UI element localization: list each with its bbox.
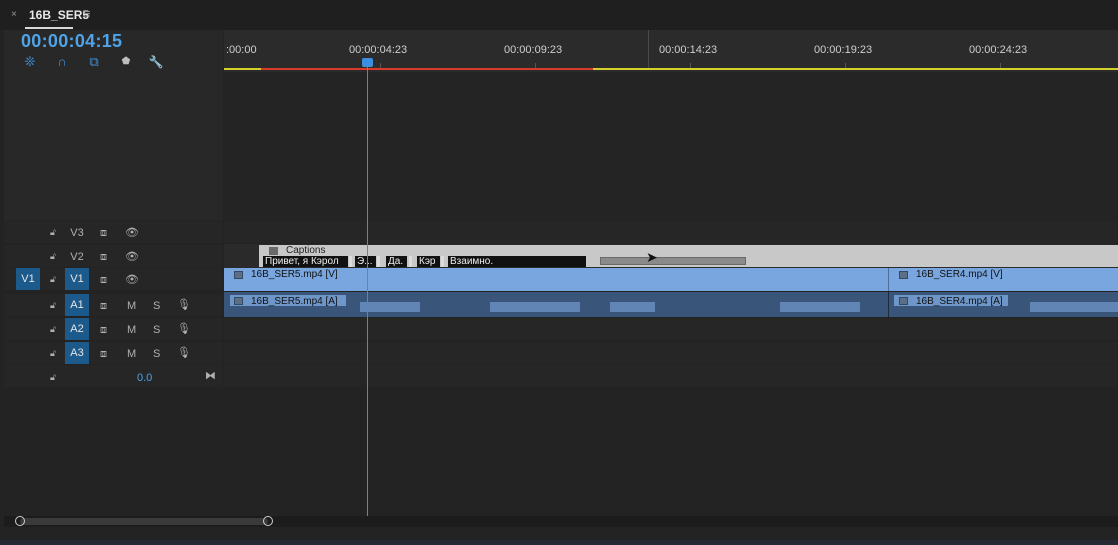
caption-segment[interactable]: Да. [386,256,407,267]
add-marker-icon[interactable]: ⬟ [118,55,134,69]
lock-icon[interactable]: 🔓︎ [50,324,60,334]
solo-button[interactable]: S [153,348,160,360]
zoom-handle-right[interactable] [263,516,273,526]
sync-lock-icon[interactable]: ⧈ [100,251,107,264]
sequence-tab-title[interactable]: 16B_SER5 [29,8,89,22]
captions-clip-label: Captions [286,245,326,256]
audio-waveform [490,302,580,312]
track-name-v1[interactable]: V1 [65,268,89,290]
panel-menu-icon[interactable]: ≡ [83,6,91,21]
caption-segment[interactable]: Привет, я Кэрол [263,256,348,267]
panel-bottom-border [0,540,1118,545]
ruler-tick-label: 00:00:24:23 [969,44,1028,56]
fx-badge-icon [899,297,908,305]
go-to-end-icon[interactable]: ⧓ [205,369,216,382]
ruler-marker-line [648,30,649,68]
wrench-icon[interactable]: 🔧 [148,55,164,69]
ruler-tick-label: 00:00:14:23 [659,44,718,56]
sync-lock-icon[interactable]: ⧈ [100,300,107,313]
ruler-tick-label: 00:00:04:23 [349,44,408,56]
mute-button[interactable]: M [127,324,136,336]
playhead-handle[interactable] [362,58,373,67]
lock-icon[interactable]: 🔓︎ [50,251,60,261]
caption-gap [409,256,412,267]
audio-waveform [780,302,860,312]
mouse-pointer-icon: ➤ [646,249,658,265]
caption-segment[interactable]: Э... [355,256,376,267]
audio-clip-label: 16B_SER4.mp4 [A] [916,296,1003,307]
zoom-handle-left[interactable] [15,516,25,526]
track-header-v2 [4,245,223,267]
audio-clip-label: 16B_SER5.mp4 [A] [251,296,338,307]
lock-icon[interactable]: 🔓︎ [50,348,60,358]
caption-gap [441,256,444,267]
audio-waveform [360,302,420,312]
active-tab-indicator [25,27,73,29]
clip-edit-point[interactable] [888,292,889,317]
ruler-tick-label: 00:00:19:23 [814,44,873,56]
track-header-master [4,365,223,387]
lock-icon[interactable]: 🔓︎ [50,227,60,237]
eye-icon[interactable]: 👁︎ [125,250,139,263]
track-lane-v3[interactable] [224,221,1118,243]
track-lane-master[interactable] [224,365,1118,387]
microphone-icon[interactable]: 🎙︎ [177,346,191,359]
track-name-v3[interactable]: V3 [65,227,89,239]
ruler-tick-label: 00:00:09:23 [504,44,563,56]
clip-edit-point[interactable] [888,268,889,291]
playhead-timecode[interactable]: 00:00:04:15 [21,31,122,52]
empty-track-area [224,72,1118,220]
nest-icon[interactable]: ❊ [22,55,38,69]
track-lane-a2[interactable] [224,318,1118,340]
eye-icon[interactable]: 👁︎ [125,226,139,239]
sync-lock-icon[interactable]: ⧈ [100,227,107,240]
mute-button[interactable]: M [127,348,136,360]
linked-selection-icon[interactable]: ⧉ [86,55,102,69]
caption-gap [377,256,380,267]
caption-segment[interactable]: Взаимно. [448,256,586,267]
snap-icon[interactable]: ∩ [54,55,70,69]
lock-icon[interactable]: 🔓︎ [50,372,60,382]
sync-lock-icon[interactable]: ⧈ [100,348,107,361]
eye-icon[interactable]: 👁︎ [125,273,139,286]
lock-icon[interactable]: 🔓︎ [50,274,60,284]
track-header-v3 [4,221,223,243]
video-clip-label: 16B_SER5.mp4 [V] [251,269,338,280]
fx-badge-icon [234,297,243,305]
track-name-v2[interactable]: V2 [65,251,89,263]
playhead-line[interactable] [367,58,368,516]
fx-badge-icon [899,271,908,279]
captions-scrollbar[interactable] [600,257,746,265]
sync-lock-icon[interactable]: ⧈ [100,274,107,287]
sync-lock-icon[interactable]: ⧈ [100,324,107,337]
audio-waveform [1030,302,1118,312]
sequence-tab-bar [0,0,1118,30]
fx-badge-icon [234,271,243,279]
source-patch-v1[interactable]: V1 [16,268,40,290]
audio-waveform [610,302,655,312]
microphone-icon[interactable]: 🎙︎ [177,298,191,311]
video-clip-label: 16B_SER4.mp4 [V] [916,269,1003,280]
ruler-tick-label: :00:00 [226,44,257,56]
lock-icon[interactable]: 🔓︎ [50,300,60,310]
caption-gap [349,256,352,267]
track-name-a2[interactable]: A2 [65,318,89,340]
solo-button[interactable]: S [153,324,160,336]
track-name-a1[interactable]: A1 [65,294,89,316]
render-status-bar [261,68,593,70]
track-name-a3[interactable]: A3 [65,342,89,364]
master-volume-value[interactable]: 0.0 [137,372,152,384]
zoom-scrollbar-thumb[interactable] [20,518,268,525]
mute-button[interactable]: M [127,300,136,312]
close-tab-icon[interactable]: × [11,9,17,20]
track-lane-a3[interactable] [224,342,1118,364]
microphone-icon[interactable]: 🎙︎ [177,322,191,335]
caption-segment[interactable]: Кэр [417,256,440,267]
solo-button[interactable]: S [153,300,160,312]
fx-badge-icon [269,247,278,255]
